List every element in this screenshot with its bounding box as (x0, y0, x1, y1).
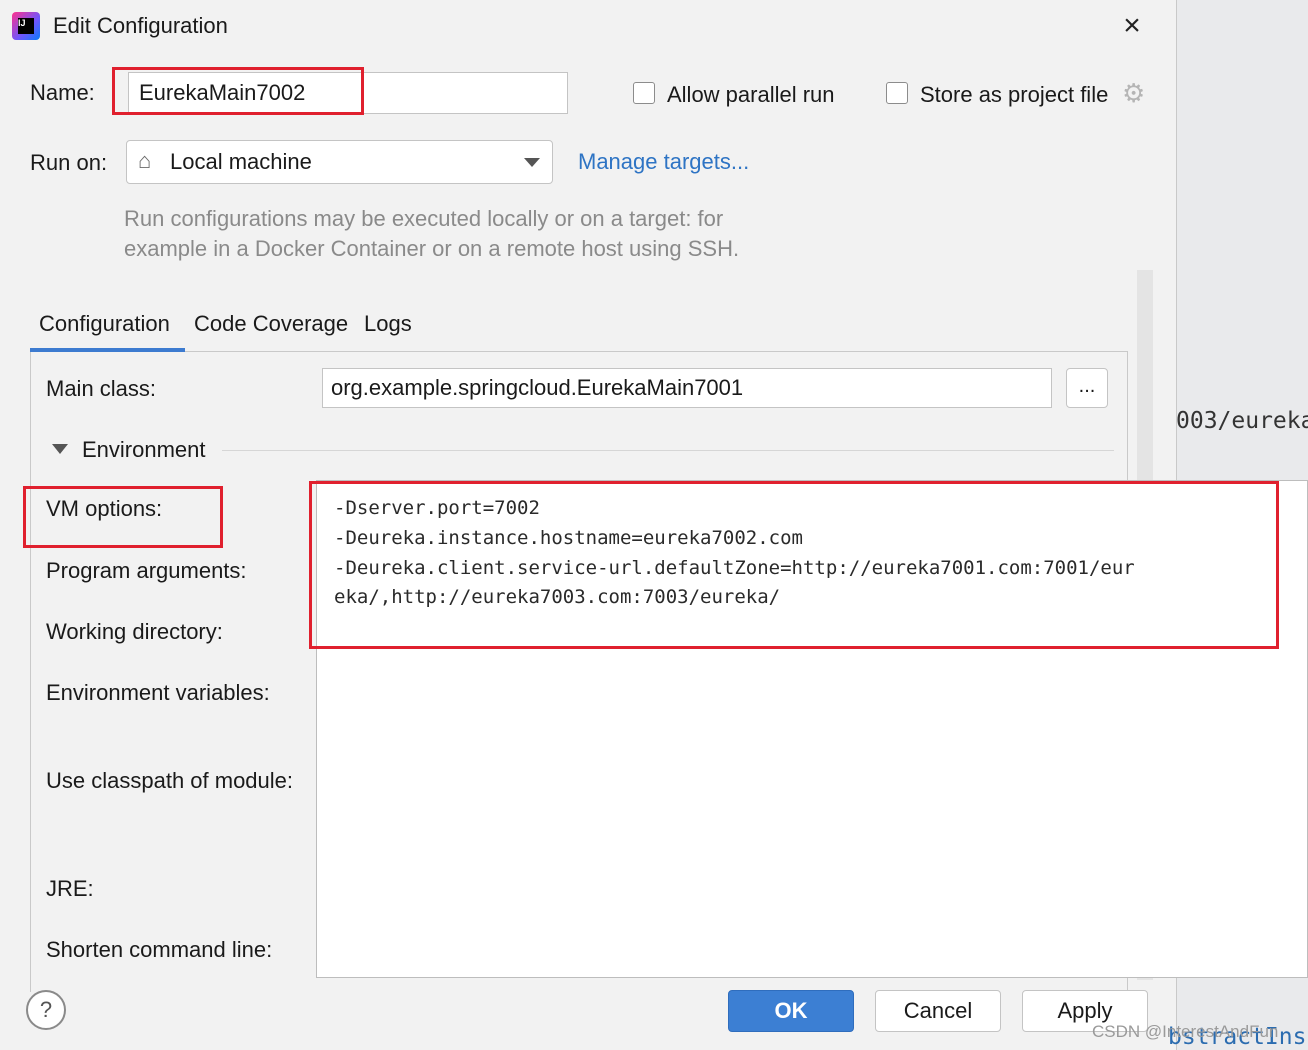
store-project-checkbox[interactable] (886, 82, 908, 104)
environment-variables-label: Environment variables: (46, 680, 270, 705)
hint-line-1: Run configurations may be executed local… (124, 206, 724, 231)
dropdown-arrow-icon[interactable] (524, 158, 540, 167)
close-icon[interactable]: × (1118, 11, 1146, 41)
dialog-title: Edit Configuration (53, 13, 228, 38)
working-directory-label: Working directory: (46, 619, 223, 644)
vm-options-highlight-box (309, 481, 1279, 649)
main-class-input[interactable]: org.example.springcloud.EurekaMain7001 (322, 368, 1052, 408)
environment-section-label[interactable]: Environment (82, 437, 206, 463)
ok-button[interactable]: OK (728, 990, 854, 1032)
jre-label: JRE: (46, 876, 94, 901)
vm-label-highlight-box (23, 486, 223, 548)
tab-logs[interactable]: Logs (364, 311, 412, 337)
manage-targets-link[interactable]: Manage targets... (578, 149, 749, 175)
program-arguments-label: Program arguments: (46, 558, 247, 583)
run-on-label: Run on: (30, 150, 108, 175)
environment-divider (222, 450, 1114, 451)
main-class-label: Main class: (46, 376, 157, 401)
allow-parallel-checkbox[interactable] (633, 82, 655, 104)
watermark: CSDN @InterestAndFun (1092, 1022, 1279, 1041)
name-highlight-box (112, 67, 364, 115)
help-icon[interactable]: ? (26, 990, 66, 1030)
shorten-command-line-label: Shorten command line: (46, 937, 273, 962)
expand-triangle-icon[interactable] (52, 444, 68, 454)
gear-icon[interactable]: ⚙ (1122, 80, 1148, 106)
name-label: Name: (30, 80, 95, 105)
home-icon: ⌂ (138, 148, 152, 173)
classpath-module-label: Use classpath of module: (46, 768, 294, 793)
tab-configuration[interactable]: Configuration (39, 311, 170, 337)
browse-main-class-button[interactable]: ... (1066, 368, 1108, 408)
editor-code-fragment: 003/eureka (1176, 408, 1308, 434)
intellij-icon: IJ (12, 12, 40, 40)
hint-line-2: example in a Docker Container or on a re… (124, 236, 740, 261)
allow-parallel-label: Allow parallel run (667, 82, 835, 107)
run-on-value: Local machine (170, 149, 312, 174)
store-project-label: Store as project file (920, 82, 1109, 107)
cancel-button[interactable]: Cancel (875, 990, 1001, 1032)
tab-code-coverage[interactable]: Code Coverage (194, 311, 348, 337)
